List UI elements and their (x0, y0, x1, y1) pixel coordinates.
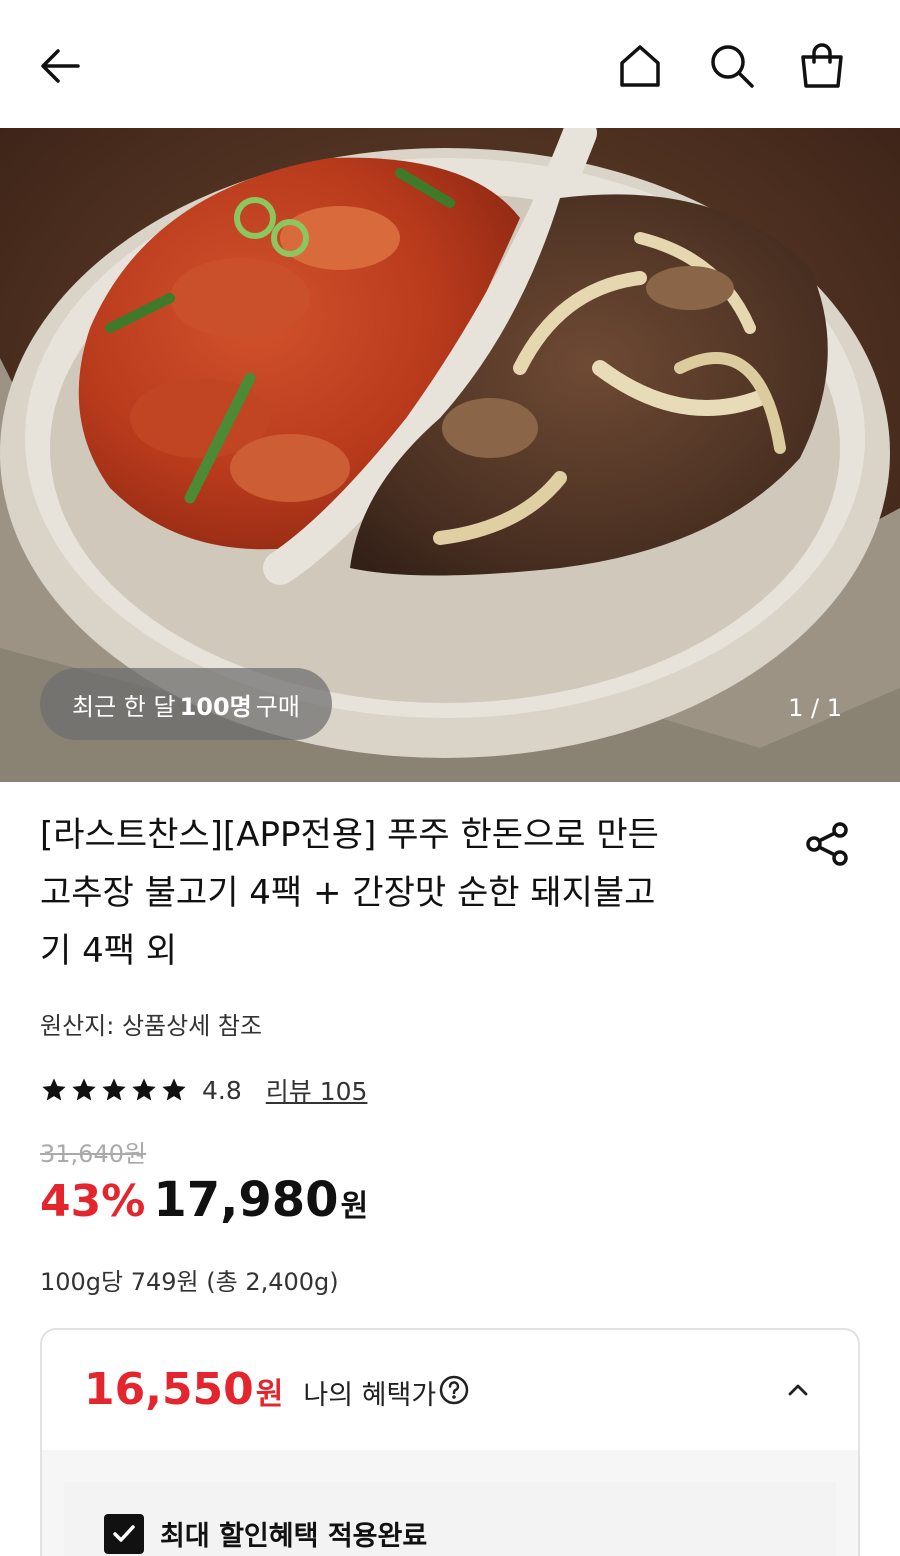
discount-rate: 43% (40, 1176, 146, 1227)
share-icon[interactable] (800, 816, 856, 872)
original-price: 31,640원 (40, 1140, 147, 1168)
title-line-2: 고추장 불고기 4팩 + 간장맛 순한 돼지불고 (40, 873, 656, 913)
top-nav-bar (0, 0, 900, 128)
badge-prefix: 최근 한 달 (72, 692, 176, 721)
benefit-card: 16,550 원 나의 혜택가 최대 할인혜택 적용완료 (40, 1328, 860, 1556)
benefit-price-unit: 원 (255, 1377, 284, 1412)
star-icon (102, 1078, 126, 1101)
image-pager: 1 / 1 (788, 694, 842, 722)
badge-suffix: 구매 (255, 692, 300, 721)
unit-price: 100g당 749원 (총 2,400g) (40, 1268, 339, 1296)
origin-info: 원산지: 상품상세 참조 (40, 1012, 263, 1040)
home-icon[interactable] (610, 36, 670, 96)
benefit-header[interactable]: 16,550 원 나의 혜택가 (42, 1330, 858, 1450)
sale-price: 17,980 (153, 1172, 339, 1228)
checkbox-checked-icon[interactable] (104, 1514, 144, 1554)
badge-count: 100명 (179, 692, 252, 721)
product-image[interactable]: 최근 한 달 100명 구매 1 / 1 (0, 128, 900, 782)
price-row: 43% 17,980 원 (40, 1172, 368, 1228)
review-link[interactable]: 리뷰 105 (266, 1072, 368, 1108)
help-icon[interactable] (438, 1374, 470, 1406)
benefit-price: 16,550 (84, 1364, 254, 1415)
rating-value: 4.8 (202, 1075, 242, 1105)
benefit-label: 나의 혜택가 (303, 1380, 437, 1411)
recent-buyers-badge: 최근 한 달 100명 구매 (40, 668, 332, 740)
star-icon (42, 1078, 66, 1101)
back-arrow-icon[interactable] (30, 36, 90, 96)
product-title: [라스트찬스][APP전용] 푸주 한돈으로 만든 고추장 불고기 4팩 + 간… (40, 806, 760, 980)
sale-price-unit: 원 (340, 1189, 369, 1224)
chevron-up-icon[interactable] (782, 1374, 814, 1406)
title-line-1: [라스트찬스][APP전용] 푸주 한돈으로 만든 (40, 815, 659, 855)
title-line-3: 기 4팩 외 (40, 931, 178, 971)
benefit-price-row: 16,550 원 나의 혜택가 (84, 1364, 436, 1415)
search-icon[interactable] (702, 36, 762, 96)
rating-row: 4.8 리뷰 105 (40, 1070, 367, 1110)
shopping-bag-icon[interactable] (792, 36, 852, 96)
star-rating (40, 1076, 188, 1104)
star-icon (132, 1078, 156, 1101)
benefit-detail: 최대 할인혜택 적용완료 (64, 1482, 836, 1556)
max-discount-applied-label: 최대 할인혜택 적용완료 (160, 1521, 428, 1552)
star-icon (72, 1078, 96, 1101)
star-icon (162, 1078, 186, 1101)
